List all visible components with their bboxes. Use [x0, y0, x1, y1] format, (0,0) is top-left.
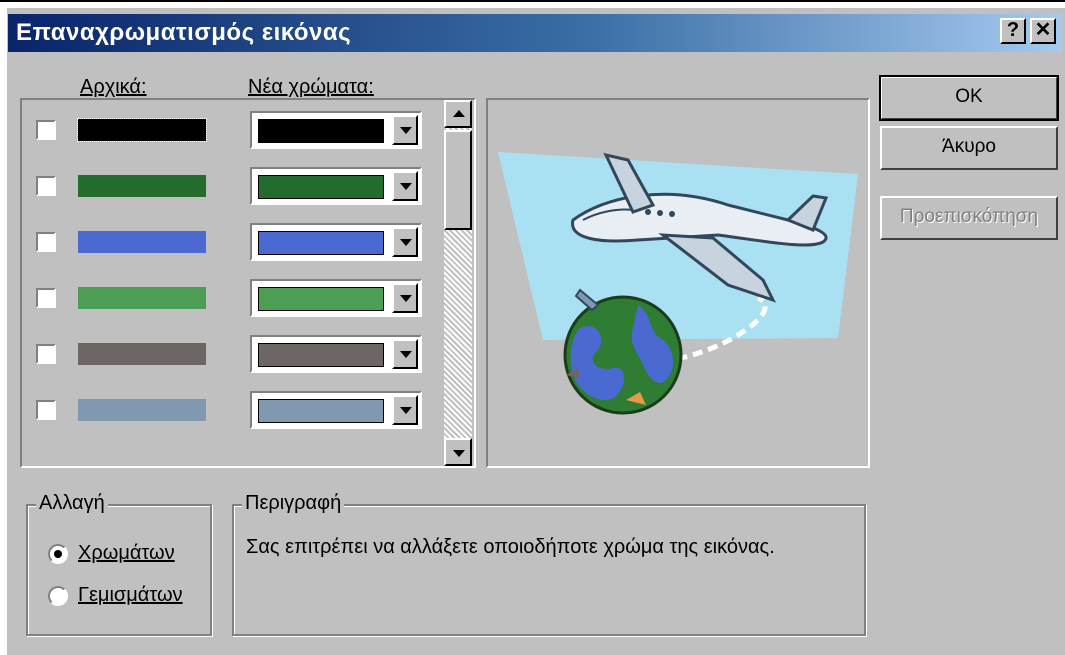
change-group-label: Αλλαγή — [36, 492, 108, 515]
color-list[interactable] — [20, 98, 476, 468]
chevron-down-icon — [400, 407, 412, 414]
chevron-down-icon — [400, 127, 412, 134]
original-color-swatch — [78, 231, 206, 253]
recolor-colors-radio[interactable] — [48, 544, 68, 564]
scroll-up-button[interactable] — [444, 100, 472, 128]
ok-button[interactable]: OK — [879, 75, 1059, 121]
fills-option-label[interactable]: Γεμισμάτων — [78, 584, 183, 607]
color-row — [22, 334, 442, 374]
arrow-down-icon — [453, 450, 465, 457]
colors-option-label[interactable]: Χρωμάτων — [78, 542, 175, 565]
new-color-dropdown[interactable] — [250, 335, 422, 373]
color-row — [22, 390, 442, 430]
description-group-label: Περιγραφή — [242, 492, 345, 515]
recolor-checkbox[interactable] — [36, 120, 56, 140]
chevron-down-icon — [400, 351, 412, 358]
scroll-thumb[interactable] — [444, 130, 472, 230]
dropdown-button[interactable] — [392, 171, 418, 201]
vertical-scrollbar[interactable] — [444, 100, 472, 466]
color-row — [22, 278, 442, 318]
change-group: Αλλαγή Χρωμάτων Γεμισμάτων — [26, 492, 212, 636]
dropdown-button[interactable] — [392, 283, 418, 313]
description-text: Σας επιτρέπει να αλλάξετε οποιοδήποτε χρ… — [246, 536, 775, 558]
original-color-swatch — [78, 287, 206, 309]
new-color-swatch — [258, 231, 384, 255]
recolor-checkbox[interactable] — [36, 288, 56, 308]
dropdown-button[interactable] — [392, 395, 418, 425]
new-color-swatch — [258, 119, 384, 143]
close-button[interactable]: ✕ — [1030, 18, 1056, 44]
scroll-down-button[interactable] — [444, 438, 472, 466]
new-color-swatch — [258, 343, 384, 367]
new-colors-header: Νέα χρώματα: — [248, 76, 374, 98]
dropdown-button[interactable] — [392, 227, 418, 257]
original-colors-header: Αρχικά: — [80, 76, 147, 98]
chevron-down-icon — [400, 239, 412, 246]
help-button[interactable]: ? — [1000, 18, 1026, 44]
cancel-button[interactable]: Άκυρο — [880, 126, 1058, 170]
original-color-swatch — [78, 175, 206, 197]
original-color-swatch — [77, 118, 207, 142]
top-border-line — [0, 0, 1065, 2]
radio-selected-dot — [54, 550, 62, 558]
arrow-up-icon — [453, 110, 465, 117]
new-color-dropdown[interactable] — [250, 167, 422, 205]
recolor-checkbox[interactable] — [36, 176, 56, 196]
new-color-dropdown[interactable] — [250, 279, 422, 317]
original-color-swatch — [78, 399, 206, 421]
dropdown-button[interactable] — [392, 339, 418, 369]
recolor-checkbox[interactable] — [36, 400, 56, 420]
new-color-swatch — [258, 175, 384, 199]
new-color-dropdown[interactable] — [250, 391, 422, 429]
description-group: Περιγραφή Σας επιτρέπει να αλλάξετε οποι… — [232, 492, 866, 636]
chevron-down-icon — [400, 295, 412, 302]
color-row — [22, 222, 442, 262]
color-row — [22, 110, 442, 150]
window-title: Επαναχρωματισμός εικόνας — [16, 19, 352, 46]
dropdown-button[interactable] — [392, 115, 418, 145]
recolor-fills-radio[interactable] — [48, 586, 68, 606]
picture-preview — [486, 98, 870, 468]
title-bar: Επαναχρωματισμός εικόνας ? ✕ — [8, 14, 1062, 52]
recolor-checkbox[interactable] — [36, 232, 56, 252]
chevron-down-icon — [400, 183, 412, 190]
new-color-dropdown[interactable] — [250, 223, 422, 261]
color-row — [22, 166, 442, 206]
new-color-swatch — [258, 399, 384, 423]
recolor-checkbox[interactable] — [36, 344, 56, 364]
preview-button[interactable]: Προεπισκόπηση — [880, 196, 1058, 240]
new-color-dropdown[interactable] — [250, 111, 422, 149]
original-color-swatch — [78, 343, 206, 365]
airplane-globe-clipart — [498, 152, 858, 415]
new-color-swatch — [258, 287, 384, 311]
